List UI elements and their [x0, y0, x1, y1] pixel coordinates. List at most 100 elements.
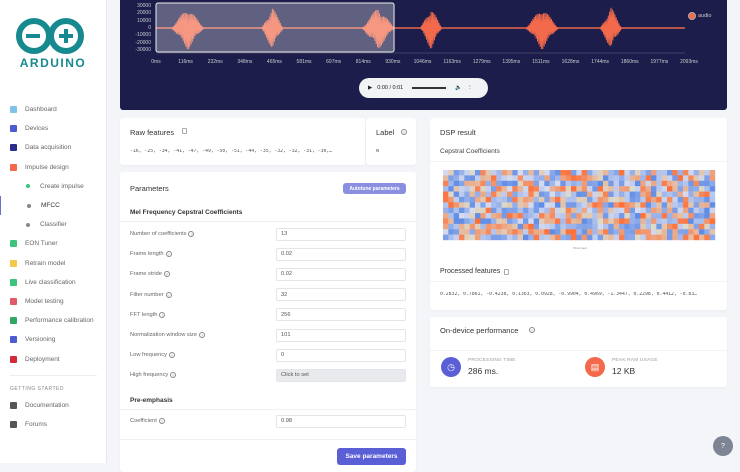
heatmap-cell: [635, 180, 641, 187]
selection-window[interactable]: [155, 2, 395, 53]
normalization-window-size-input[interactable]: 101: [276, 328, 406, 342]
help-button[interactable]: ?: [713, 436, 733, 456]
sidebar-item-label: Devices: [25, 125, 49, 133]
high-frequency-input[interactable]: Click to set: [276, 368, 406, 382]
help-icon[interactable]: ?: [165, 251, 172, 258]
heatmap-cell: [683, 180, 689, 187]
legend-audio[interactable]: audio: [688, 12, 711, 20]
play-icon[interactable]: ▶: [368, 85, 372, 91]
heatmap-cell: [709, 191, 716, 198]
heatmap-cell: [453, 213, 460, 219]
heatmap-cell: [688, 175, 694, 181]
heatmap-cell: [469, 213, 476, 219]
sidebar-item-retrain-model[interactable]: Retrain model: [0, 254, 107, 273]
help-icon[interactable]: ?: [158, 418, 165, 424]
heatmap-cell: [496, 234, 502, 241]
heatmap-cell: [565, 180, 572, 187]
heatmap-cell: [704, 207, 710, 214]
heatmap-cell: [640, 223, 646, 230]
copy-icon[interactable]: [182, 128, 187, 134]
sidebar-item-create-impulse[interactable]: Create impulse: [0, 177, 107, 196]
heatmap-cell: [571, 229, 577, 235]
heatmap-cell: [549, 234, 556, 241]
heatmap-cell: [576, 202, 582, 208]
low-frequency-input[interactable]: 0: [276, 348, 406, 362]
processing-time-label: PROCESSING TIME: [468, 358, 516, 363]
heatmap-cell: [464, 213, 470, 219]
heatmap-cell: [613, 207, 620, 214]
copy-icon[interactable]: [504, 269, 509, 275]
heatmap-cell: [480, 234, 486, 241]
heatmap-cell: [592, 202, 598, 208]
heatmap-cell: [651, 170, 657, 176]
x-tick: 1860ms: [620, 59, 639, 65]
help-icon[interactable]: ?: [163, 271, 170, 278]
heatmap-cell: [443, 170, 449, 176]
heatmap-cell: [571, 202, 577, 208]
parameters-card: Parameters Autotune parameters Mel Frequ…: [120, 172, 416, 472]
help-icon[interactable]: ?: [529, 327, 535, 333]
sidebar-item-classifier[interactable]: Classifier: [0, 215, 107, 234]
help-icon[interactable]: ?: [401, 129, 407, 135]
help-icon[interactable]: ?: [165, 291, 172, 298]
sidebar-item-dashboard[interactable]: Dashboard: [0, 100, 107, 119]
help-icon[interactable]: ?: [170, 372, 177, 379]
heatmap-cell: [688, 218, 694, 225]
heatmap-cell: [635, 207, 641, 214]
help-icon[interactable]: ?: [159, 311, 166, 318]
heatmap-cell: [587, 213, 593, 219]
mfcc-icon: [27, 203, 31, 208]
sidebar-item-performance-calibration[interactable]: Performance calibration: [0, 311, 107, 330]
help-icon[interactable]: ?: [188, 231, 195, 237]
heatmap-cell: [581, 229, 588, 235]
heatmap-cell: [677, 207, 684, 214]
filter-number-input[interactable]: 32: [276, 288, 406, 302]
heatmap-cell: [683, 218, 689, 225]
sidebar-item-eon-tuner[interactable]: EON Tuner: [0, 234, 107, 253]
sidebar-item-devices[interactable]: Devices: [0, 119, 107, 138]
coefficient-input[interactable]: 0.98: [276, 414, 406, 428]
sidebar-item-documentation[interactable]: Documentation: [0, 396, 107, 415]
heatmap-cell: [549, 186, 556, 192]
heatmap-cell: [608, 180, 614, 187]
more-icon[interactable]: ⋮: [467, 85, 473, 91]
heatmap-cell: [597, 180, 604, 187]
number-of-coefficients-input[interactable]: 13: [276, 227, 406, 241]
sidebar-item-forums[interactable]: Forums: [0, 415, 107, 434]
heatmap-cell: [656, 229, 662, 235]
heatmap-cell: [443, 207, 449, 214]
sidebar-item-label: Documentation: [25, 401, 69, 409]
heatmap-cell: [693, 229, 700, 235]
frame-length-input[interactable]: 0.02: [276, 247, 406, 261]
sidebar-item-versioning[interactable]: Versioning: [0, 330, 107, 349]
sidebar-item-deployment[interactable]: Deployment: [0, 349, 107, 368]
heatmap-cell: [645, 186, 652, 192]
autotune-button[interactable]: Autotune parameters: [343, 183, 406, 194]
frame-stride-input[interactable]: 0.02: [276, 267, 406, 281]
heatmap-cell: [704, 218, 710, 225]
sidebar-item-model-testing[interactable]: Model testing: [0, 292, 107, 311]
heatmap-cell: [453, 186, 460, 192]
waveform-chart[interactable]: [120, 0, 727, 60]
parameters-title: Parameters: [130, 184, 169, 193]
heatmap-cell: [688, 202, 694, 208]
audio-player[interactable]: ▶ 0:00 / 0:01 🔈 ⋮: [359, 78, 488, 98]
fft-length-input[interactable]: 256: [276, 308, 406, 322]
heatmap-cell: [560, 223, 566, 230]
heatmap-cell: [635, 234, 641, 241]
save-parameters-button[interactable]: Save parameters: [337, 448, 406, 465]
heatmap-cell: [475, 229, 481, 235]
sidebar-item-data-acquisition[interactable]: Data acquisition: [0, 138, 107, 157]
heatmap-cell: [619, 180, 625, 187]
sidebar-item-impulse-design[interactable]: Impulse design: [0, 158, 107, 177]
help-icon[interactable]: ?: [169, 352, 175, 359]
sidebar-item-live-classification[interactable]: Live classification: [0, 273, 107, 292]
sidebar-item-mfcc[interactable]: MFCC: [0, 195, 107, 216]
heatmap-cell: [699, 170, 705, 176]
heatmap-cell: [592, 175, 598, 181]
seek-bar[interactable]: [412, 87, 447, 89]
heatmap-cell: [672, 196, 678, 203]
help-icon[interactable]: ?: [199, 332, 206, 338]
heatmap-cell: [635, 191, 641, 198]
volume-icon[interactable]: 🔈: [455, 85, 462, 91]
